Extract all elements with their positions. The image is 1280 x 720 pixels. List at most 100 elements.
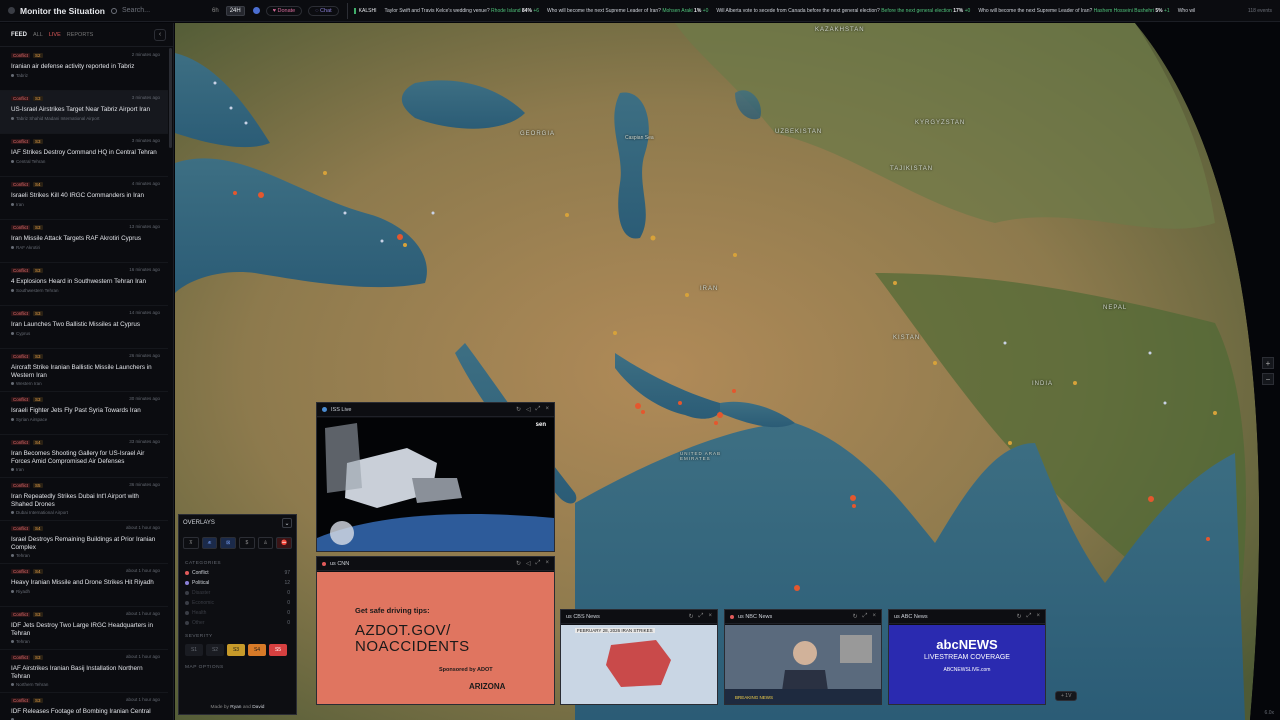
ticker-change: +1 (1163, 7, 1170, 14)
category-count: 97 (284, 570, 290, 576)
feed-item[interactable]: Conflict S3 14 minutes ago Iran Launches Tw… (0, 306, 168, 349)
stream-iss[interactable]: ISS Live ↻ ◁ ⤢ × sen (316, 402, 555, 552)
tab-feed[interactable]: FEED (11, 32, 27, 38)
severity-s5-button[interactable]: S5 (269, 644, 287, 656)
ticker-item[interactable]: Will Alberta vote to secede from Canada … (716, 8, 970, 14)
feed-item[interactable]: Conflict S5 36 minutes ago Iran Repeatedly … (0, 478, 168, 521)
overlay-military-icon[interactable]: ⊼ (183, 537, 199, 549)
volume-icon[interactable]: ◁ (526, 560, 531, 567)
refresh-icon[interactable]: ↻ (516, 406, 521, 413)
expand-icon[interactable]: ⤢ (536, 406, 541, 413)
close-icon[interactable]: × (1036, 613, 1040, 620)
author-link[interactable]: David (252, 705, 264, 710)
refresh-icon[interactable]: ↻ (1017, 613, 1022, 620)
stream-header[interactable]: us NBC News ↻ ⤢ × (725, 610, 881, 624)
close-icon[interactable]: × (545, 406, 549, 413)
refresh-icon[interactable]: ↻ (689, 613, 694, 620)
feed-item[interactable]: Conflict S3 30 minutes ago Israeli Fighter … (0, 392, 168, 435)
stream-header[interactable]: ISS Live ↻ ◁ ⤢ × (317, 403, 554, 417)
category-row[interactable]: Health 0 (179, 608, 296, 618)
severity-s3-button[interactable]: S3 (227, 644, 245, 656)
expand-icon[interactable]: ⤢ (1027, 613, 1032, 620)
expand-icon[interactable]: ⤢ (863, 613, 868, 620)
stream-cbs[interactable]: us CBS News ↻ ⤢ × FEBRUARY 28, 2026 IRAN ST… (560, 609, 718, 705)
severity-s1-button[interactable]: S1 (185, 644, 203, 656)
stream-nbc[interactable]: us NBC News ↻ ⤢ × BREAKING NEWS (724, 609, 882, 705)
map-options-button[interactable]: MAP OPTIONS (179, 659, 296, 672)
category-row[interactable]: Disaster 0 (179, 588, 296, 598)
feed-item[interactable]: Conflict S3 about 1 hour ago IDF Jets Destr… (0, 607, 168, 650)
ticker-item[interactable]: Taylor Swift and Travis Kelce's wedding … (384, 8, 539, 14)
category-badge: Conflict (11, 698, 31, 703)
donate-button[interactable]: ♥ Donate (265, 5, 303, 16)
category-row[interactable]: Political 12 (179, 578, 296, 588)
search-input[interactable]: Search... (105, 4, 197, 18)
overlay-restricted-icon[interactable]: ⛔ (276, 537, 293, 549)
tab-reports[interactable]: REPORTS (67, 32, 94, 38)
category-row[interactable]: Economic 0 (179, 598, 296, 608)
chat-button[interactable]: ◌ Chat (308, 5, 339, 16)
ticker-item[interactable]: Who will become the next Supreme Leader … (978, 8, 1169, 14)
severity-s2-button[interactable]: S2 (206, 644, 224, 656)
label-uzbekistan: UZBEKISTAN (775, 129, 823, 135)
feed-item[interactable]: Conflict S4 33 minutes ago Iran Becomes Sho… (0, 435, 168, 478)
overlays-toggle-button[interactable]: ⌄ (282, 518, 292, 528)
feed-item[interactable]: Conflict S3 3 minutes ago US-Israel Airstri… (0, 91, 168, 134)
overlay-economic-icon[interactable]: $ (239, 537, 255, 549)
stream-header[interactable]: us ABC News ↻ ⤢ × (889, 610, 1045, 624)
overlay-grid-icon[interactable]: ⊠ (220, 537, 237, 549)
feed-scrollbar[interactable] (169, 48, 172, 148)
close-icon[interactable]: × (545, 560, 549, 567)
feed-item[interactable]: Conflict S2 2 minutes ago Iranian air defen… (0, 48, 168, 91)
prediction-ticker[interactable]: KALSHI Taylor Swift and Travis Kelce's w… (346, 2, 1248, 19)
feed-item[interactable]: Conflict S3 3 minutes ago IAF Strikes Destr… (0, 134, 168, 177)
expand-icon[interactable]: ⤢ (536, 560, 541, 567)
ticker-question: Taylor Swift and Travis Kelce's wedding … (384, 7, 490, 14)
collapse-sidebar-button[interactable]: ‹ (154, 28, 166, 41)
refresh-icon[interactable]: ↻ (853, 613, 858, 620)
feed-item[interactable]: Conflict S3 about 1 hour ago IAF Airstrikes… (0, 650, 168, 693)
severity-badge: S3 (33, 311, 43, 316)
severity-s4-button[interactable]: S4 (248, 644, 266, 656)
feed-item-title: Iranian air defense activity reported in… (11, 63, 135, 70)
refresh-icon[interactable]: ↻ (516, 560, 521, 567)
volume-icon[interactable]: ◁ (526, 406, 531, 413)
time-24h-button[interactable]: 24H (225, 5, 245, 16)
stream-abc[interactable]: us ABC News ↻ ⤢ × abcNEWS LIVESTREAM COVERA… (888, 609, 1046, 705)
overlay-aircraft-icon[interactable]: ᴁ (201, 537, 218, 549)
stream-video[interactable]: BREAKING NEWS (725, 625, 881, 704)
overlay-people-icon[interactable]: ♙ (257, 537, 274, 549)
stream-video[interactable]: sen (317, 418, 554, 551)
tab-all[interactable]: ALL (33, 32, 43, 38)
cbs-map (561, 625, 717, 704)
close-icon[interactable]: × (708, 613, 712, 620)
feed-item[interactable]: Conflict S4 about 1 hour ago Israel Destroy… (0, 521, 168, 564)
stream-header[interactable]: us CBS News ↻ ⤢ × (561, 610, 717, 624)
severity-badge: S3 (33, 96, 43, 101)
ticker-item[interactable]: Who wil (1178, 8, 1196, 14)
time-6h-button[interactable]: 6h (209, 7, 222, 15)
ticker-item[interactable]: Who will become the next Supreme Leader … (547, 8, 708, 14)
feed-item[interactable]: Conflict S4 about 1 hour ago Heavy Iranian … (0, 564, 168, 607)
globe-icon[interactable] (252, 7, 260, 14)
category-row[interactable]: Conflict 97 (179, 568, 296, 578)
stream-video[interactable]: abcNEWS LIVESTREAM COVERAGE ABCNEWSLIVE.… (889, 625, 1045, 704)
stream-video[interactable]: Get safe driving tips: AZDOT.GOV/ NOACCI… (317, 572, 554, 704)
feed-item[interactable]: Conflict S3 13 minutes ago Iran Missile Att… (0, 220, 168, 263)
feed-item[interactable]: Conflict S3 26 minutes ago Aircraft Strike … (0, 349, 168, 392)
close-icon[interactable]: × (872, 613, 876, 620)
zoom-out-button[interactable]: − (1262, 373, 1274, 385)
feed-item[interactable]: Conflict S4 4 minutes ago Israeli Strikes K… (0, 177, 168, 220)
tab-live[interactable]: LIVE (49, 32, 61, 38)
author-link[interactable]: Ryan (230, 705, 241, 710)
zoom-in-button[interactable]: + (1262, 357, 1274, 369)
stream-video[interactable]: FEBRUARY 28, 2026 IRAN STRIKES (561, 625, 717, 704)
more-streams-button[interactable]: + 1V (1055, 691, 1078, 701)
stream-cnn[interactable]: us CNN ↻ ◁ ⤢ × Get safe driving tips: AZDOT.… (316, 556, 555, 705)
feed-item[interactable]: Conflict S3 about 1 hour ago IDF Releases F… (0, 693, 168, 720)
category-row[interactable]: Other 0 (179, 618, 296, 628)
feed-item[interactable]: Conflict S3 16 minutes ago 4 Explosions Hea… (0, 263, 168, 306)
feed-tabs: FEED ALL LIVE REPORTS ‹ (0, 23, 173, 47)
expand-icon[interactable]: ⤢ (699, 613, 704, 620)
stream-header[interactable]: us CNN ↻ ◁ ⤢ × (317, 557, 554, 571)
